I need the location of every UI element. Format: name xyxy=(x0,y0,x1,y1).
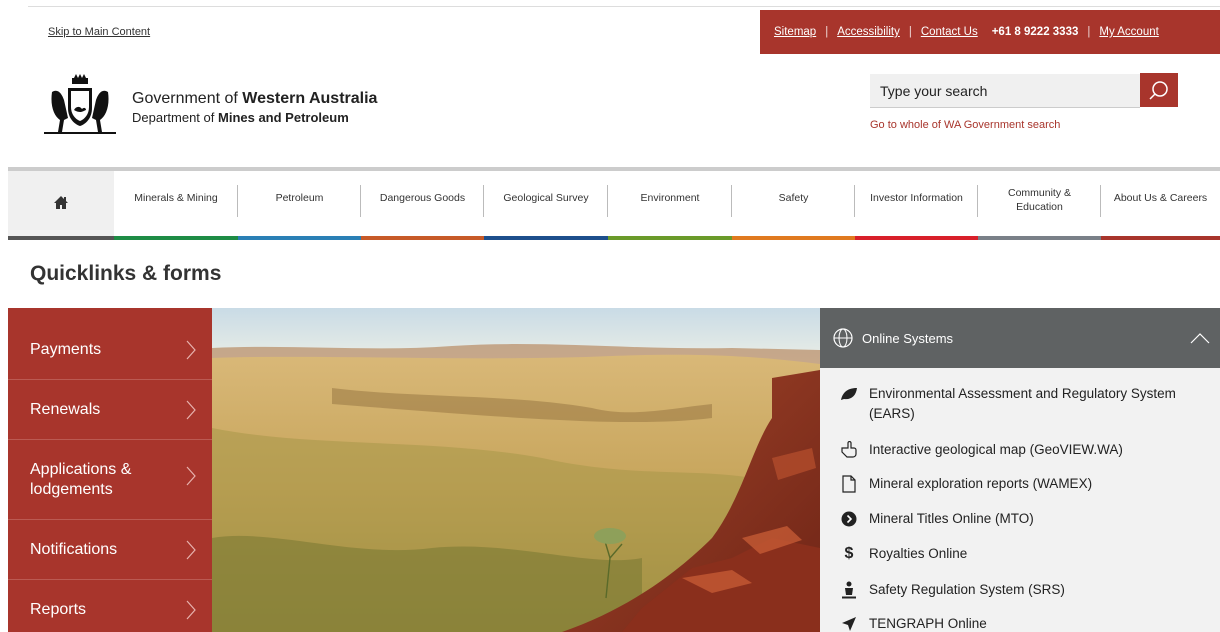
nav-label: Environment xyxy=(640,192,700,204)
page-title: Quicklinks & forms xyxy=(30,262,222,285)
menu-item-label: Renewals xyxy=(30,400,101,418)
leaf-icon xyxy=(838,384,860,404)
phone-number: +61 8 9222 3333 xyxy=(991,26,1079,38)
system-link-mto[interactable]: Mineral Titles Online (MTO) xyxy=(838,509,1210,529)
system-label: Mineral exploration reports (WAMEX) xyxy=(869,476,1093,491)
system-label: Royalties Online xyxy=(869,546,968,561)
chevron-right-icon xyxy=(186,600,196,620)
document-icon xyxy=(838,474,860,494)
menu-item-applications[interactable]: Applications & lodgements xyxy=(8,440,212,520)
nav-color-bar xyxy=(978,236,1101,240)
search-icon xyxy=(1149,81,1168,100)
wa-coat-of-arms-logo[interactable] xyxy=(40,72,120,142)
hand-pointer-icon xyxy=(838,440,860,460)
menu-item-reports[interactable]: Reports xyxy=(8,580,212,632)
sitemap-link[interactable]: Sitemap xyxy=(774,26,816,38)
system-link-geoview[interactable]: Interactive geological map (GeoVIEW.WA) xyxy=(838,440,1210,460)
nav-safety[interactable]: Safety xyxy=(732,171,855,240)
online-systems-header[interactable]: Online Systems xyxy=(820,308,1220,368)
worker-icon xyxy=(838,580,860,600)
menu-item-label: Payments xyxy=(30,340,102,358)
dept-name: Mines and Petroleum xyxy=(218,110,349,125)
nav-label: About Us & Careers xyxy=(1113,192,1208,204)
government-title: Government of Western Australia xyxy=(132,90,377,108)
skip-to-content-link[interactable]: Skip to Main Content xyxy=(48,26,150,38)
nav-color-bar xyxy=(114,236,238,240)
system-link-srs[interactable]: Safety Regulation System (SRS) xyxy=(838,580,1210,600)
hero-landscape-image xyxy=(212,308,820,632)
menu-item-label: Notifications xyxy=(30,540,118,558)
nav-label: Safety xyxy=(778,192,809,204)
dept-prefix: Department of xyxy=(132,110,218,125)
department-title: Department of Mines and Petroleum xyxy=(132,110,349,125)
nav-petroleum[interactable]: Petroleum xyxy=(238,171,361,240)
nav-geological-survey[interactable]: Geological Survey xyxy=(484,171,608,240)
system-link-wamex[interactable]: Mineral exploration reports (WAMEX) xyxy=(838,474,1210,494)
system-label: TENGRAPH Online xyxy=(869,616,987,631)
nav-label: Investor Information xyxy=(870,192,963,204)
gov-state: Western Australia xyxy=(242,90,378,107)
nav-about-careers[interactable]: About Us & Careers xyxy=(1101,171,1220,240)
chevron-right-icon xyxy=(186,540,196,559)
nav-color-bar xyxy=(484,236,608,240)
chevron-up-icon xyxy=(1190,333,1210,344)
separator: | xyxy=(825,26,829,38)
chevron-right-icon xyxy=(186,466,196,486)
nav-label: Geological Survey xyxy=(503,192,589,204)
nav-color-bar xyxy=(361,236,484,240)
system-link-ears[interactable]: Environmental Assessment and Regulatory … xyxy=(838,384,1210,425)
nav-color-bar xyxy=(732,236,855,240)
globe-icon xyxy=(833,328,853,348)
menu-item-label: Reports xyxy=(30,601,87,619)
main-navigation: Minerals & Mining Petroleum Dangerous Go… xyxy=(8,167,1220,240)
nav-home[interactable] xyxy=(8,171,114,240)
play-circle-icon xyxy=(838,509,860,529)
system-label: Safety Regulation System (SRS) xyxy=(869,582,1065,597)
online-systems-list: Environmental Assessment and Regulatory … xyxy=(820,368,1220,632)
nav-color-bar xyxy=(238,236,361,240)
nav-environment[interactable]: Environment xyxy=(608,171,732,240)
separator: | xyxy=(1087,26,1091,38)
accessibility-link[interactable]: Accessibility xyxy=(837,26,900,38)
wa-government-search-link[interactable]: Go to whole of WA Government search xyxy=(870,119,1060,131)
home-icon xyxy=(54,196,68,209)
nav-color-bar xyxy=(8,236,114,240)
online-systems-title: Online Systems xyxy=(862,330,954,346)
chevron-right-icon xyxy=(186,340,196,359)
my-account-link[interactable]: My Account xyxy=(1099,26,1158,38)
system-label: Environmental Assessment and Regulatory … xyxy=(869,386,1176,422)
menu-item-payments[interactable]: Payments xyxy=(8,320,212,380)
chevron-right-icon xyxy=(186,400,196,419)
top-border xyxy=(28,6,1220,7)
location-arrow-icon xyxy=(838,614,860,632)
contact-us-link[interactable]: Contact Us xyxy=(921,26,978,38)
nav-label: Petroleum xyxy=(275,192,324,204)
menu-item-label: Applications & lodgements xyxy=(30,461,132,498)
nav-investor-information[interactable]: Investor Information xyxy=(855,171,978,240)
nav-color-bar xyxy=(1101,236,1220,240)
menu-item-renewals[interactable]: Renewals xyxy=(8,380,212,440)
nav-community-education[interactable]: Community & Education xyxy=(978,171,1101,240)
search-input[interactable]: Type your search xyxy=(870,74,1140,108)
separator: | xyxy=(908,26,912,38)
menu-item-notifications[interactable]: Notifications xyxy=(8,520,212,580)
utility-bar: Sitemap | Accessibility | Contact Us +61… xyxy=(760,10,1220,54)
dollar-icon: $ xyxy=(844,545,854,562)
nav-label: Minerals & Mining xyxy=(134,192,218,204)
nav-color-bar xyxy=(855,236,978,240)
nav-minerals-mining[interactable]: Minerals & Mining xyxy=(114,171,238,240)
gov-prefix: Government of xyxy=(132,90,243,107)
nav-label: Dangerous Goods xyxy=(379,192,466,204)
quicklinks-menu: Payments Renewals Applications & lodgeme… xyxy=(8,308,212,632)
nav-label: Community & Education xyxy=(1007,187,1071,214)
search-button[interactable] xyxy=(1140,73,1178,107)
nav-color-bar xyxy=(608,236,732,240)
system-link-royalties[interactable]: $ Royalties Online xyxy=(838,544,1210,564)
system-link-tengraph[interactable]: TENGRAPH Online xyxy=(838,614,1210,632)
nav-dangerous-goods[interactable]: Dangerous Goods xyxy=(361,171,484,240)
system-label: Mineral Titles Online (MTO) xyxy=(869,511,1034,526)
system-label: Interactive geological map (GeoVIEW.WA) xyxy=(869,442,1123,457)
